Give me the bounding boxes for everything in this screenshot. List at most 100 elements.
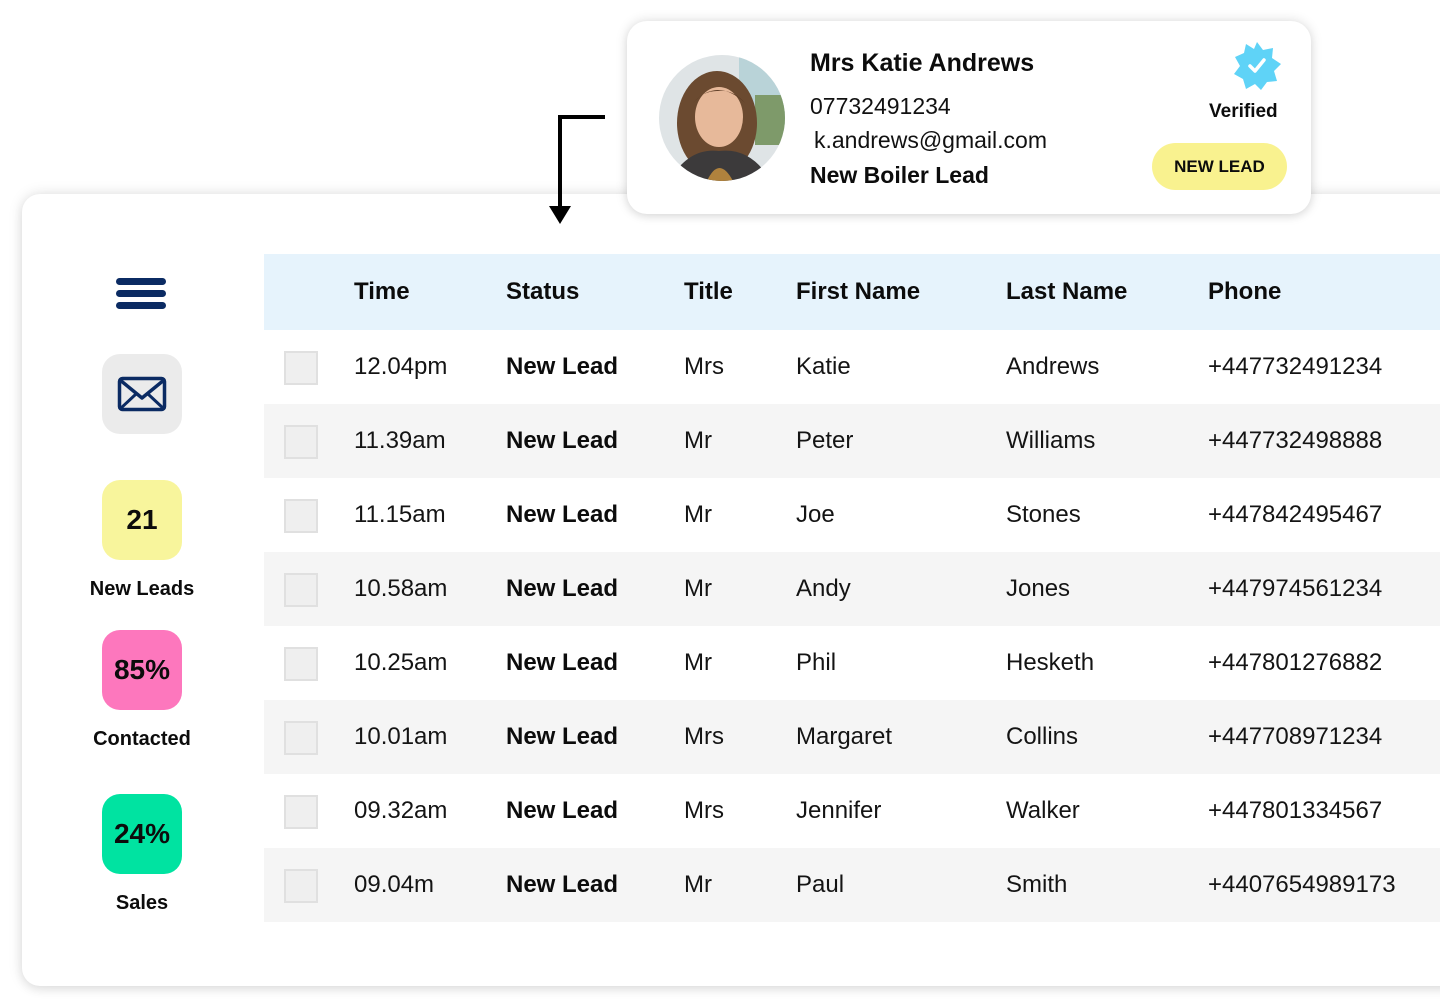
cell-phone: +447842495467	[1208, 501, 1383, 528]
cell-title: Mr	[684, 649, 712, 676]
cell-last-name: Smith	[1006, 871, 1068, 898]
cell-time: 10.25am	[354, 649, 448, 676]
new-lead-badge-label: NEW LEAD	[1174, 156, 1265, 176]
cell-title: Mrs	[684, 353, 724, 380]
cell-last-name: Jones	[1006, 575, 1071, 602]
column-header-phone[interactable]: Phone	[1208, 254, 1281, 330]
cell-time: 10.58am	[354, 575, 448, 602]
cell-time: 09.32am	[354, 797, 448, 824]
stat-new-leads-tile[interactable]: 21	[102, 480, 182, 560]
row-checkbox[interactable]	[284, 351, 318, 385]
cell-time: 11.39am	[354, 427, 446, 454]
cell-time: 10.01am	[354, 723, 448, 750]
cell-status: New Lead	[506, 871, 619, 898]
cell-first-name: Peter	[796, 427, 854, 454]
new-lead-badge[interactable]: NEW LEAD	[1152, 143, 1287, 190]
cell-first-name: Margaret	[796, 723, 893, 750]
cell-title: Mrs	[684, 723, 724, 750]
connector-arrow-icon	[549, 115, 605, 224]
cell-phone: +447732498888	[1208, 427, 1383, 454]
column-header-status[interactable]: Status	[506, 254, 579, 330]
cell-first-name: Andy	[796, 575, 851, 602]
column-header-time[interactable]: Time	[354, 254, 410, 330]
mail-button[interactable]	[102, 354, 182, 434]
column-header-first-name[interactable]: First Name	[796, 254, 920, 330]
avatar	[659, 55, 785, 181]
cell-time: 11.15am	[354, 501, 446, 528]
table-row[interactable]: 10.01am New Lead Mrs Margaret Collins +447708…	[264, 700, 1440, 774]
table-row[interactable]: 11.15am New Lead Mr Joe Stones +447842495467	[264, 478, 1440, 552]
lead-type: New Boiler Lead	[810, 162, 989, 188]
cell-title: Mrs	[684, 797, 724, 824]
cell-phone: +447732491234	[1208, 353, 1383, 380]
table-row[interactable]: 10.25am New Lead Mr Phil Hesketh +44780127688…	[264, 626, 1440, 700]
cell-phone: +447801276882	[1208, 649, 1383, 676]
cell-status: New Lead	[506, 353, 619, 380]
cell-first-name: Paul	[796, 871, 845, 898]
column-header-title[interactable]: Title	[684, 254, 733, 330]
stat-sales-tile[interactable]: 24%	[102, 794, 182, 874]
lead-name: Mrs Katie Andrews	[810, 49, 1035, 77]
table-row[interactable]: 11.39am New Lead Mr Peter Williams +447732498…	[264, 404, 1440, 478]
cell-phone: +447708971234	[1208, 723, 1383, 750]
cell-first-name: Katie	[796, 353, 851, 380]
hamburger-menu-icon[interactable]	[116, 276, 166, 312]
avatar-photo	[659, 55, 785, 181]
cell-first-name: Jennifer	[796, 797, 882, 824]
stat-sales-value: 24%	[113, 818, 171, 849]
cell-title: Mr	[684, 427, 712, 454]
cell-last-name: Walker	[1006, 797, 1080, 824]
cell-status: New Lead	[506, 649, 619, 676]
cell-last-name: Andrews	[1006, 353, 1100, 380]
column-header-last-name[interactable]: Last Name	[1006, 254, 1127, 330]
row-checkbox[interactable]	[284, 869, 318, 903]
cell-status: New Lead	[506, 427, 619, 454]
cell-last-name: Williams	[1006, 427, 1096, 454]
row-checkbox[interactable]	[284, 425, 318, 459]
cell-last-name: Stones	[1006, 501, 1081, 528]
menu-bar	[116, 290, 166, 297]
cell-status: New Lead	[506, 575, 619, 602]
row-checkbox[interactable]	[284, 573, 318, 607]
cell-last-name: Collins	[1006, 723, 1079, 750]
stat-contacted-value: 85%	[113, 654, 171, 685]
cell-phone: +447801334567	[1208, 797, 1383, 824]
stat-new-leads-label: New Leads	[89, 578, 195, 600]
table-row[interactable]: 09.04m New Lead Mr Paul Smith +4407654989173	[264, 848, 1440, 922]
table-header: Time Status Title First Name Last Name P…	[264, 254, 1440, 330]
menu-bar	[116, 278, 166, 285]
cell-time: 12.04pm	[354, 353, 448, 380]
sidebar: 21 New Leads 85% Contacted 24% Sales	[22, 194, 262, 986]
row-checkbox[interactable]	[284, 721, 318, 755]
row-checkbox[interactable]	[284, 647, 318, 681]
table-row[interactable]: 09.32am New Lead Mrs Jennifer Walker +4478013…	[264, 774, 1440, 848]
menu-bar	[116, 302, 166, 309]
cell-phone: +447974561234	[1208, 575, 1383, 602]
stat-sales-label: Sales	[115, 892, 169, 914]
cell-title: Mr	[684, 871, 712, 898]
table-row[interactable]: 12.04pm New Lead Mrs Katie Andrews +447732491…	[264, 330, 1440, 404]
cell-first-name: Phil	[796, 649, 837, 676]
cell-status: New Lead	[506, 797, 619, 824]
lead-email[interactable]: k.andrews@gmail.com	[814, 127, 1047, 154]
cell-title: Mr	[684, 501, 712, 528]
leads-table: Time Status Title First Name Last Name P…	[264, 254, 1440, 922]
cell-first-name: Joe	[796, 501, 835, 528]
cell-status: New Lead	[506, 501, 619, 528]
table-body: 12.04pm New Lead Mrs Katie Andrews +447732491…	[264, 330, 1440, 922]
cell-status: New Lead	[506, 723, 619, 750]
lead-detail-card[interactable]: Mrs Katie Andrews 07732491234 k.andrews@…	[627, 21, 1311, 214]
cell-last-name: Hesketh	[1006, 649, 1095, 676]
stat-new-leads-value: 21	[126, 504, 158, 535]
stat-contacted-label: Contacted	[93, 728, 191, 750]
cell-phone: +4407654989173	[1208, 871, 1396, 898]
table-row[interactable]: 10.58am New Lead Mr Andy Jones +447974561234	[264, 552, 1440, 626]
row-checkbox[interactable]	[284, 795, 318, 829]
cell-time: 09.04m	[354, 871, 435, 898]
stat-contacted-tile[interactable]: 85%	[102, 630, 182, 710]
lead-phone[interactable]: 07732491234	[810, 93, 951, 120]
verified-badge-icon	[1234, 42, 1281, 90]
envelope-icon	[117, 376, 167, 412]
cell-title: Mr	[684, 575, 712, 602]
row-checkbox[interactable]	[284, 499, 318, 533]
